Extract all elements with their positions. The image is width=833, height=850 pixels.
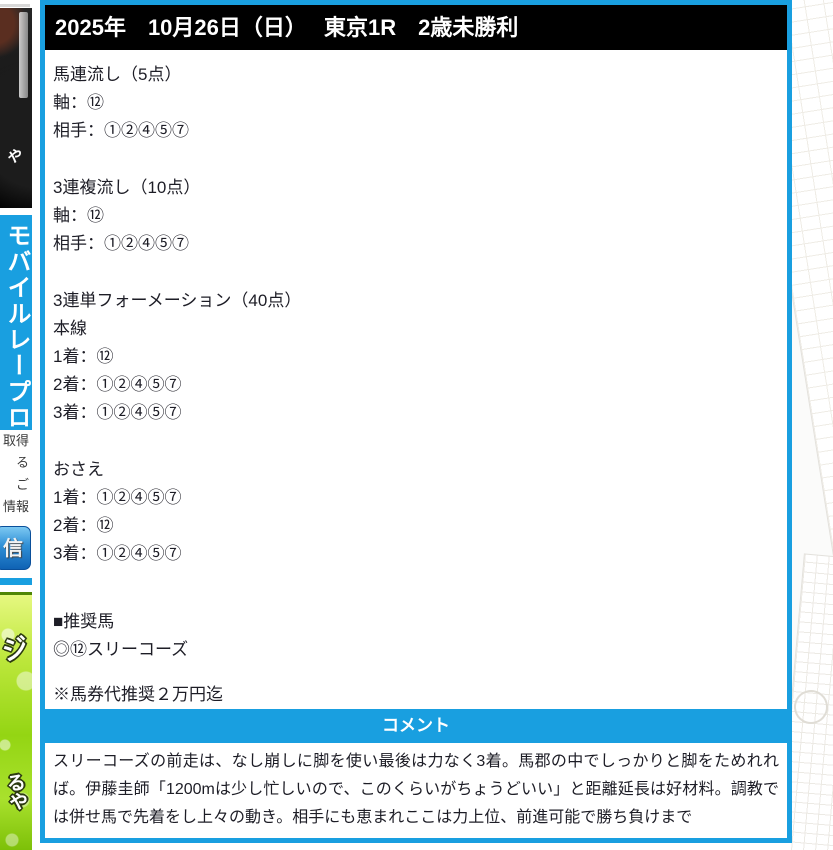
bet-line: 軸：⑫ bbox=[53, 93, 104, 112]
bet-line: 軸：⑫ bbox=[53, 206, 104, 225]
race-title: 2025年 10月26日（日） 東京1R 2歳未勝利 bbox=[55, 15, 519, 40]
budget-note-block: ※馬券代推奨２万円迄 bbox=[53, 681, 779, 709]
race-header: 2025年 10月26日（日） 東京1R 2歳未勝利 bbox=[45, 5, 787, 50]
bet-line: 1着：⑫ bbox=[53, 347, 114, 366]
recommended-horse-heading: ■推奨馬 bbox=[53, 612, 115, 631]
bet-line: 1着：①②④⑤⑦ bbox=[53, 488, 182, 507]
sidebar-photo-ad[interactable]: や bbox=[0, 8, 32, 208]
info-fragment: ご bbox=[15, 477, 29, 492]
bet-group-title: おさえ bbox=[53, 460, 104, 479]
bet-line: 2着：⑫ bbox=[53, 516, 114, 535]
newspaper-background bbox=[788, 0, 833, 850]
bet-line: 2着：①②④⑤⑦ bbox=[53, 375, 182, 394]
bet-line: 相手：①②④⑤⑦ bbox=[53, 121, 189, 140]
bet-group-osae: おさえ 1着：①②④⑤⑦ 2着：⑫ 3着：①②④⑤⑦ bbox=[53, 456, 779, 568]
bet-line: 3着：①②④⑤⑦ bbox=[53, 544, 182, 563]
send-button[interactable]: 信 bbox=[0, 526, 31, 570]
phone-object bbox=[19, 12, 28, 98]
bet-group-title: 3連単フォーメーション（40点） bbox=[53, 291, 302, 310]
divider bbox=[0, 4, 30, 7]
mobile-racepro-info: 取得 る ご 情報 信 bbox=[0, 430, 32, 578]
newspaper-sheet bbox=[788, 0, 833, 609]
comment-header-button[interactable]: コメント bbox=[45, 709, 787, 743]
tip-sheet: 2025年 10月26日（日） 東京1R 2歳未勝利 馬連流し（5点） 軸：⑫ … bbox=[40, 0, 792, 843]
bet-group-sanrentan: 3連単フォーメーション（40点） 本線 1着：⑫ 2着：①②④⑤⑦ 3着：①②④… bbox=[53, 287, 779, 427]
bet-line: 3着：①②④⑤⑦ bbox=[53, 403, 182, 422]
recommended-horse-block: ■推奨馬 ◎⑫スリーコーズ bbox=[53, 608, 779, 664]
budget-note: ※馬券代推奨２万円迄 bbox=[53, 685, 223, 704]
mobile-racepro-title-panel: モバイルレープロ bbox=[0, 215, 32, 430]
green-banner-text-fragment: ジ bbox=[0, 631, 32, 667]
bet-line: 本線 bbox=[53, 319, 87, 338]
green-banner-text-fragment: るや bbox=[2, 771, 29, 813]
bet-group-umaren: 馬連流し（5点） 軸：⑫ 相手：①②④⑤⑦ bbox=[53, 61, 779, 145]
bet-list: 馬連流し（5点） 軸：⑫ 相手：①②④⑤⑦ 3連複流し（10点） 軸：⑫ 相手：… bbox=[45, 50, 787, 709]
bet-group-title: 3連複流し（10点） bbox=[53, 178, 201, 197]
widget-bottom-border bbox=[0, 578, 32, 585]
bet-group-sanrenpuku: 3連複流し（10点） 軸：⑫ 相手：①②④⑤⑦ bbox=[53, 174, 779, 258]
sidebar-green-ad-banner[interactable]: ジ るや bbox=[0, 592, 32, 850]
mobile-racepro-vertical-title: モバイルレープロ bbox=[3, 223, 30, 430]
page: や モバイルレープロ 取得 る ご 情報 信 ジ るや 2025年 10月26日… bbox=[0, 0, 833, 850]
left-sidebar: や モバイルレープロ 取得 る ご 情報 信 ジ るや bbox=[0, 0, 33, 850]
recommended-horse-name: ◎⑫スリーコーズ bbox=[53, 640, 189, 659]
info-fragment: 情報 bbox=[2, 499, 29, 514]
mobile-racepro-widget[interactable]: モバイルレープロ 取得 る ご 情報 信 bbox=[0, 215, 32, 585]
info-fragment: る bbox=[15, 455, 29, 470]
comment-text: スリーコーズの前走は、なし崩しに脚を使い最後は力なく3着。馬郡の中でしっかりと脚… bbox=[53, 753, 779, 826]
ad-text-fragment: や bbox=[4, 147, 24, 168]
bet-line: 相手：①②④⑤⑦ bbox=[53, 234, 189, 253]
bet-group-title: 馬連流し（5点） bbox=[53, 65, 182, 84]
info-fragment: 取得 bbox=[2, 433, 29, 448]
